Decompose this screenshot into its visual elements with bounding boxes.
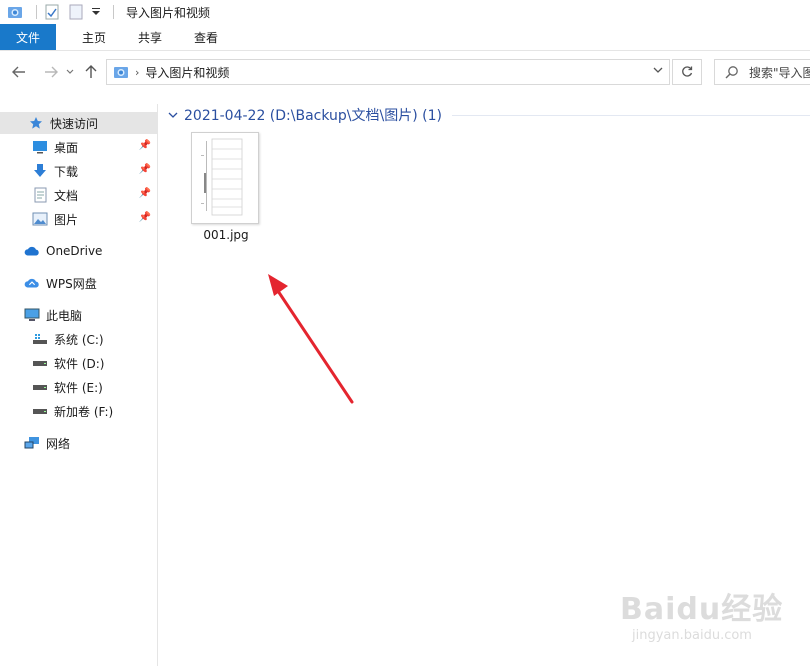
- search-placeholder: 搜索"导入图: [749, 65, 810, 80]
- pin-icon[interactable]: 📌: [139, 212, 151, 223]
- nav-label: 桌面: [54, 140, 79, 155]
- chevron-down-icon: [653, 67, 663, 73]
- picture-icon: [32, 211, 48, 227]
- cloud-icon: [24, 243, 40, 259]
- group-divider: [451, 114, 810, 116]
- title-separator: [36, 5, 37, 19]
- recent-locations-button[interactable]: [64, 60, 76, 84]
- title-separator: [113, 5, 114, 19]
- desktop-icon: [32, 139, 48, 155]
- nav-label: 软件 (D:): [54, 356, 105, 371]
- drive-icon: [32, 379, 48, 395]
- up-button[interactable]: [80, 60, 102, 84]
- tab-file[interactable]: 文件: [0, 24, 56, 50]
- up-arrow-icon: [85, 65, 97, 78]
- nav-label: 软件 (E:): [54, 380, 103, 395]
- download-icon: [32, 163, 48, 179]
- address-history-dropdown[interactable]: [653, 64, 663, 77]
- back-arrow-icon: [12, 66, 25, 78]
- nav-item-network[interactable]: 网络: [0, 432, 157, 454]
- group-title: 2021-04-22 (D:\Backup\文档\图片) (1): [184, 108, 442, 124]
- file-name: 001.jpg: [203, 228, 249, 242]
- nav-item-drive-c[interactable]: 系统 (C:): [0, 328, 157, 350]
- annotation-arrow: [268, 274, 354, 404]
- back-button[interactable]: [8, 60, 30, 84]
- refresh-button[interactable]: [672, 59, 702, 85]
- nav-label: 系统 (C:): [54, 332, 104, 347]
- properties-icon[interactable]: [43, 3, 61, 21]
- nav-label: 下载: [54, 164, 79, 179]
- nav-label: 此电脑: [46, 308, 83, 323]
- file-item[interactable]: 001.jpg: [183, 128, 269, 246]
- system-drive-icon: [32, 331, 48, 347]
- collapse-chevron-icon[interactable]: [168, 109, 178, 122]
- tab-view[interactable]: 查看: [180, 24, 232, 50]
- nav-label: 快速访问: [50, 116, 99, 131]
- ribbon-tabs: 文件 主页 共享 查看: [0, 24, 810, 51]
- nav-item-documents[interactable]: 文档 📌: [0, 184, 157, 206]
- search-icon: [725, 66, 738, 79]
- nav-item-drive-d[interactable]: 软件 (D:): [0, 352, 157, 374]
- search-box[interactable]: 搜索"导入图: [714, 59, 810, 85]
- star-icon: [28, 115, 44, 131]
- drive-icon: [32, 355, 48, 371]
- nav-item-downloads[interactable]: 下载 📌: [0, 160, 157, 182]
- nav-item-desktop[interactable]: 桌面 📌: [0, 136, 157, 158]
- nav-label: OneDrive: [46, 244, 103, 258]
- nav-item-onedrive[interactable]: OneDrive: [0, 240, 157, 262]
- breadcrumb-current[interactable]: 导入图片和视频: [145, 64, 229, 81]
- pin-icon[interactable]: 📌: [139, 140, 151, 151]
- folder-location-icon: [111, 62, 131, 82]
- address-row: › 导入图片和视频 搜索"导入图: [0, 52, 810, 92]
- network-icon: [24, 435, 40, 451]
- watermark-brand: Baidu经验: [620, 592, 784, 627]
- nav-item-this-pc[interactable]: 此电脑: [0, 304, 157, 326]
- nav-label: 文档: [54, 188, 79, 203]
- window-title: 导入图片和视频: [126, 5, 211, 20]
- folder-app-icon[interactable]: [6, 3, 24, 21]
- title-bar: 导入图片和视频: [0, 0, 810, 24]
- address-bar[interactable]: › 导入图片和视频: [106, 59, 670, 85]
- nav-item-wps[interactable]: WPS网盘: [0, 272, 157, 294]
- nav-item-pictures[interactable]: 图片 📌: [0, 208, 157, 230]
- tab-home[interactable]: 主页: [68, 24, 120, 50]
- watermark-url: jingyan.baidu.com: [632, 628, 752, 643]
- group-header[interactable]: 2021-04-22 (D:\Backup\文档\图片) (1): [164, 104, 810, 126]
- nav-quick-access[interactable]: 快速访问: [0, 112, 157, 134]
- navigation-pane: 快速访问 桌面 📌 下载 📌 文档 📌 图片 📌 OneDrive WPS网盘 …: [0, 104, 158, 666]
- baidu-watermark: Baidu经验 jingyan.baidu.com: [612, 584, 802, 656]
- nav-item-drive-e[interactable]: 软件 (E:): [0, 376, 157, 398]
- refresh-icon: [682, 66, 693, 77]
- nav-label: WPS网盘: [46, 276, 97, 291]
- pin-icon[interactable]: 📌: [139, 188, 151, 199]
- customize-toolbar-icon[interactable]: [91, 3, 101, 21]
- breadcrumb-chevron-icon[interactable]: ›: [135, 66, 139, 79]
- image-thumbnail: [191, 132, 259, 224]
- drive-icon: [32, 403, 48, 419]
- nav-item-drive-f[interactable]: 新加卷 (F:): [0, 400, 157, 422]
- new-folder-icon[interactable]: [67, 3, 85, 21]
- nav-label: 新加卷 (F:): [54, 404, 114, 419]
- forward-button[interactable]: [40, 60, 62, 84]
- computer-icon: [24, 307, 40, 323]
- wps-cloud-icon: [24, 275, 40, 291]
- nav-label: 网络: [46, 436, 71, 451]
- chevron-down-icon: [66, 69, 74, 74]
- pin-icon[interactable]: 📌: [139, 164, 151, 175]
- nav-label: 图片: [54, 212, 79, 227]
- document-icon: [32, 187, 48, 203]
- forward-arrow-icon: [45, 66, 58, 78]
- tab-share[interactable]: 共享: [124, 24, 176, 50]
